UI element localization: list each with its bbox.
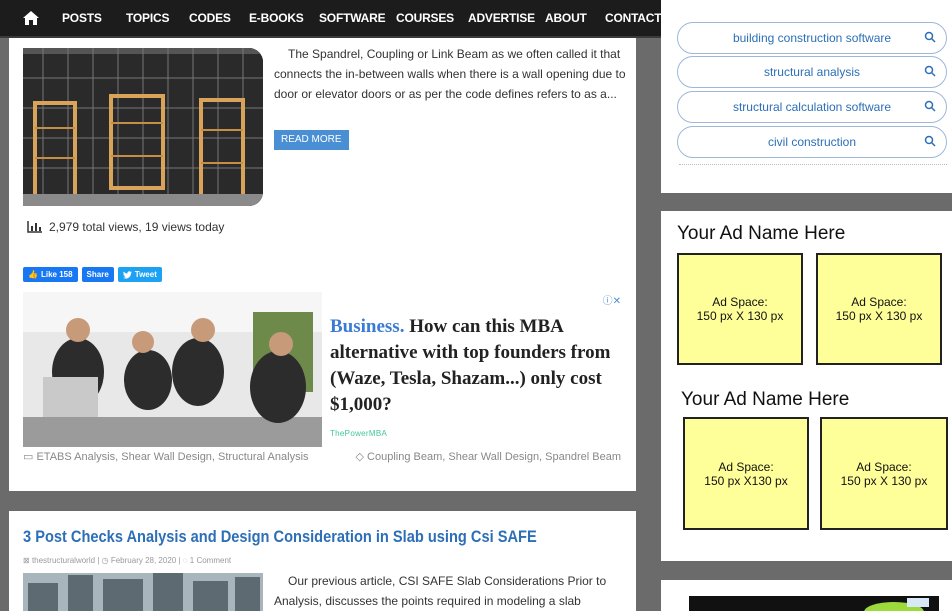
folder-icon: ▭ (23, 451, 34, 463)
sidebar-banner-widget (661, 580, 952, 611)
search-pill-label: structural analysis (763, 65, 861, 79)
facebook-share-button[interactable]: Share (81, 267, 114, 282)
post-author[interactable]: thestructuralworld (32, 556, 95, 565)
tags-text[interactable]: Coupling Beam, Shear Wall Design, Spandr… (367, 451, 621, 463)
search-icon (924, 100, 936, 112)
read-more-button[interactable]: READ MORE (274, 130, 349, 150)
like-label: Like 158 (40, 270, 73, 279)
nav-posts[interactable]: POSTS (62, 11, 102, 25)
search-icon (924, 31, 936, 43)
post-date: February 28, 2020 (110, 556, 177, 565)
post-card: The Spandrel, Coupling or Link Beam as w… (9, 38, 636, 491)
post-thumbnail[interactable] (23, 48, 263, 206)
social-buttons: 👍 Like 158 Share Tweet (23, 267, 162, 282)
post-tags: ◇ Coupling Beam, Shear Wall Design, Span… (331, 452, 621, 463)
view-count-text: 2,979 total views, 19 views today (49, 220, 225, 234)
ad-photo[interactable] (23, 292, 322, 447)
clock-icon: ◷ (101, 556, 109, 565)
native-ad[interactable]: ⓘ✕ Business. How can this MBA alternativ… (23, 292, 621, 447)
author-icon: ⊠ (23, 556, 30, 565)
home-button[interactable] (0, 0, 62, 37)
tweet-button[interactable]: Tweet (117, 267, 162, 282)
ad-space[interactable]: Ad Space: 150 px X 130 px (677, 253, 803, 365)
search-pill[interactable]: civil construction (677, 126, 947, 158)
nav-contact[interactable]: CONTACT (605, 11, 662, 25)
ad-widget-title: Your Ad Name Here (681, 389, 850, 410)
ad-headline[interactable]: Business. How can this MBA alternative w… (330, 314, 614, 418)
facebook-like-button[interactable]: 👍 Like 158 (23, 267, 78, 282)
ad-space[interactable]: Ad Space: 150 px X 130 px (816, 253, 942, 365)
search-pill[interactable]: building construction software (677, 22, 947, 54)
nav-software[interactable]: SOFTWARE (319, 11, 386, 25)
search-pill-label: building construction software (732, 31, 892, 45)
post-excerpt: The Spandrel, Coupling or Link Beam as w… (274, 47, 626, 101)
nav-about[interactable]: ABOUT (545, 11, 587, 25)
search-pill-label: structural calculation software (732, 100, 892, 114)
ad-keyword: Business. (330, 316, 405, 337)
nav-topics[interactable]: TOPICS (126, 11, 169, 25)
post-card-2: 3 Post Checks Analysis and Design Consid… (9, 511, 636, 611)
search-pill-label: civil construction (767, 135, 857, 149)
categories-text[interactable]: ETABS Analysis, Shear Wall Design, Struc… (36, 451, 308, 463)
sidebar-ad-widget: Your Ad Name Here Ad Space: 150 px X 130… (661, 211, 952, 561)
tag-icon: ◇ (355, 451, 364, 463)
bar-chart-icon (27, 221, 42, 233)
tweet-label: Tweet (134, 270, 157, 279)
ad-space[interactable]: Ad Space: 150 px X 130 px (820, 417, 948, 530)
thumbs-up-icon: 👍 (28, 270, 38, 279)
post-excerpt-2: Our previous article, CSI SAFE Slab Cons… (274, 574, 607, 608)
search-icon (924, 65, 936, 77)
search-pill[interactable]: structural calculation software (677, 91, 947, 123)
ad-space-label: Ad Space: 150 px X 130 px (835, 295, 923, 323)
post-title[interactable]: 3 Post Checks Analysis and Design Consid… (23, 527, 537, 547)
view-counter: 2,979 total views, 19 views today (27, 220, 224, 234)
post-comments[interactable]: 1 Comment (190, 556, 231, 565)
comment-icon: ◌ (182, 556, 188, 565)
ad-space-label: Ad Space: 150 px X 130 px (840, 459, 928, 488)
home-icon (23, 11, 39, 25)
divider (679, 164, 947, 165)
search-icon (924, 135, 936, 147)
post-categories: ▭ ETABS Analysis, Shear Wall Design, Str… (23, 452, 323, 463)
nav-codes[interactable]: CODES (189, 11, 231, 25)
ad-widget-title: Your Ad Name Here (677, 223, 846, 244)
nav-ebooks[interactable]: E-BOOKS (249, 11, 304, 25)
ad-space-label: Ad Space: 150 px X130 px (704, 459, 788, 488)
sidebar-search-tags: building construction software structura… (661, 0, 952, 193)
banner-ad[interactable] (689, 596, 939, 611)
twitter-bird-icon (122, 270, 132, 279)
nav-advertise[interactable]: ADVERTISE (468, 11, 535, 25)
ad-space-label: Ad Space: 150 px X 130 px (696, 295, 784, 323)
ad-brand[interactable]: ThePowerMBA (330, 429, 387, 438)
post-meta: ⊠ thestructuralworld | ◷ February 28, 20… (23, 556, 232, 565)
top-nav: POSTS TOPICS CODES E-BOOKS SOFTWARE COUR… (0, 0, 665, 38)
ad-space[interactable]: Ad Space: 150 px X130 px (683, 417, 809, 530)
ad-choices-icon[interactable]: ⓘ✕ (603, 292, 621, 307)
nav-courses[interactable]: COURSES (396, 11, 454, 25)
post-thumbnail-2[interactable] (23, 573, 263, 611)
search-pill[interactable]: structural analysis (677, 56, 947, 88)
